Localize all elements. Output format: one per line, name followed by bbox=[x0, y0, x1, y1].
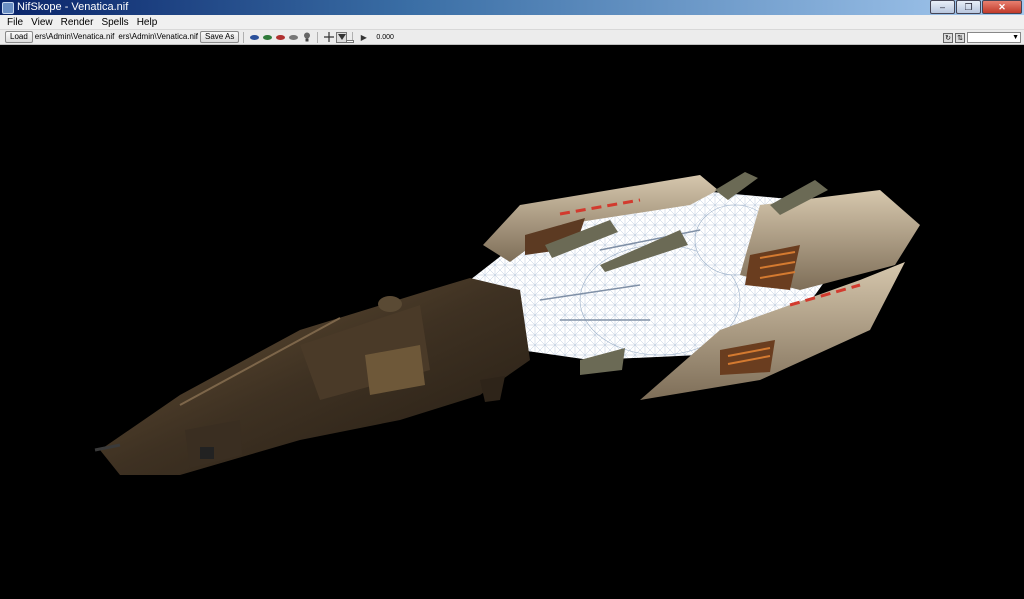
window-controls: – ❐ ✕ bbox=[930, 0, 1022, 14]
grey-eye-icon[interactable] bbox=[288, 32, 299, 43]
green-eye-icon[interactable] bbox=[262, 32, 273, 43]
sequence-select[interactable]: ▼ bbox=[967, 32, 1021, 43]
toolbar-separator bbox=[243, 31, 245, 43]
loop-icon[interactable]: ↻ bbox=[943, 32, 953, 43]
menu-help[interactable]: Help bbox=[133, 15, 162, 30]
time-value: 0.000 bbox=[376, 33, 394, 41]
chevron-down-icon: ▼ bbox=[1012, 34, 1019, 41]
bulb-icon[interactable] bbox=[301, 32, 312, 43]
menu-view[interactable]: View bbox=[27, 15, 57, 30]
menu-file[interactable]: File bbox=[3, 15, 27, 30]
axes-icon[interactable] bbox=[323, 32, 334, 43]
ship-model bbox=[94, 172, 920, 475]
blue-eye-icon[interactable] bbox=[249, 32, 260, 43]
title-bar: NifSkope - Venatica.nif – ❐ ✕ bbox=[0, 0, 1024, 15]
right-toolbar: ↻ ⇅ ▼ bbox=[943, 32, 1021, 43]
forward-hull bbox=[94, 278, 530, 475]
switch-icon[interactable]: ⇅ bbox=[955, 32, 965, 43]
render-viewport[interactable] bbox=[0, 45, 1024, 599]
app-icon bbox=[2, 1, 14, 14]
menu-bar: File View Render Spells Help bbox=[0, 15, 1024, 30]
menu-render[interactable]: Render bbox=[57, 15, 98, 30]
maximize-button[interactable]: ❐ bbox=[956, 0, 981, 14]
save-as-button[interactable]: Save As bbox=[200, 31, 240, 43]
window-title: NifSkope - Venatica.nif bbox=[17, 1, 129, 13]
menu-spells[interactable]: Spells bbox=[97, 15, 132, 30]
load-path-field[interactable]: ers\Admin\Venatica.nif bbox=[33, 31, 117, 43]
save-path-field[interactable]: ers\Admin\Venatica.nif bbox=[116, 31, 200, 43]
toolbar: Load ers\Admin\Venatica.nif ers\Admin\Ve… bbox=[0, 30, 1024, 45]
red-eye-icon[interactable] bbox=[275, 32, 286, 43]
toolbar-separator bbox=[317, 31, 319, 43]
play-icon[interactable]: ▶ bbox=[358, 32, 369, 43]
minimize-button[interactable]: – bbox=[930, 0, 955, 14]
load-button[interactable]: Load bbox=[5, 31, 33, 43]
close-button[interactable]: ✕ bbox=[982, 0, 1022, 14]
time-slider[interactable] bbox=[346, 40, 354, 43]
